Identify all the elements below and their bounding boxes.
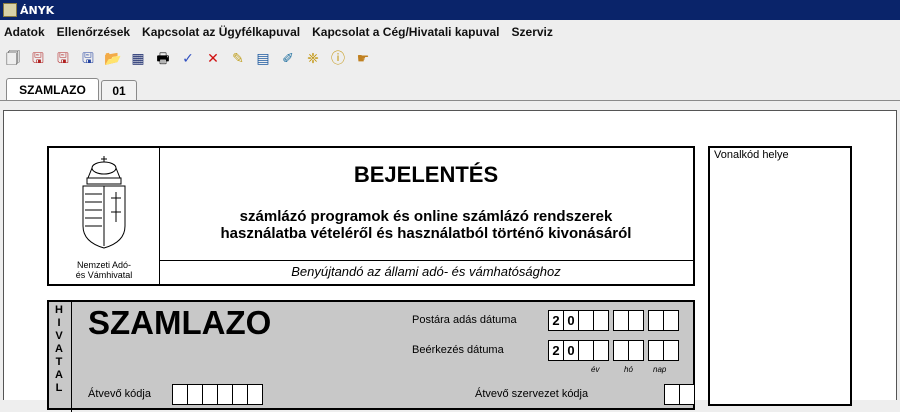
receiver-code-label: Átvevő kódja xyxy=(88,388,151,400)
postal-date-box[interactable] xyxy=(613,310,629,331)
form-header: Nemzeti Adó- és Vámhivatal BEJELENTÉS sz… xyxy=(47,146,695,286)
receiver-code-field[interactable] xyxy=(172,384,263,405)
new-icon[interactable]: 🗍 xyxy=(4,50,22,68)
tab-strip: SZAMLAZO 01 xyxy=(0,78,900,101)
save-as-icon[interactable]: 🖫 xyxy=(54,50,72,68)
receiver-code-box[interactable] xyxy=(247,384,263,405)
postal-date-box[interactable] xyxy=(663,310,679,331)
app-icon xyxy=(3,3,17,17)
submission-note: Benyújtandó az állami adó- és vámhatóság… xyxy=(291,264,561,279)
close-form-icon[interactable]: ▦ xyxy=(129,50,147,68)
arrival-date-box[interactable] xyxy=(578,340,594,361)
tab-01[interactable]: 01 xyxy=(101,80,137,100)
save-icon[interactable]: 🖫 xyxy=(29,50,47,68)
check-icon[interactable]: ✓ xyxy=(179,50,197,68)
office-section: H I V A T A L SZAMLAZO Postára adás dátu… xyxy=(47,300,695,412)
receiver-org-box[interactable] xyxy=(664,384,680,405)
title-bar: ÁNYK xyxy=(0,0,900,20)
window-title: ÁNYK xyxy=(20,3,55,17)
header-divider xyxy=(159,260,693,261)
arrival-date-box[interactable] xyxy=(593,340,609,361)
toolbar: 🗍 🖫 🖫 🖫 📂 ▦ 🖶 ✓ ✕ ✎ ▤ ✐ ❈ ⓘ ☛ xyxy=(0,46,900,72)
import-icon[interactable]: 📂 xyxy=(104,50,122,68)
receiver-code-box[interactable] xyxy=(232,384,248,405)
postal-date-box[interactable] xyxy=(578,310,594,331)
menu-ellenorzesek[interactable]: Ellenőrzések xyxy=(51,25,136,39)
form-code: SZAMLAZO xyxy=(88,304,272,341)
arrival-date-field[interactable]: 2 0 xyxy=(548,340,679,361)
tab-divider xyxy=(0,100,900,101)
date-year-caption: év xyxy=(591,365,600,374)
menu-szerviz[interactable]: Szerviz xyxy=(506,25,559,39)
date-month-caption: hó xyxy=(624,365,633,374)
office-vertical-label: H I V A T A L xyxy=(55,304,63,394)
menu-cegkapu[interactable]: Kapcsolat a Cég/Hivatali kapuval xyxy=(306,25,505,39)
receiver-code-box[interactable] xyxy=(202,384,218,405)
attachment-icon[interactable]: ✐ xyxy=(279,50,297,68)
delete-icon[interactable]: ✕ xyxy=(204,50,222,68)
menu-bar: Adatok Ellenőrzések Kapcsolat az Ügyfélk… xyxy=(0,21,900,43)
barcode-area: Vonalkód helye xyxy=(708,146,852,406)
receiver-org-box[interactable] xyxy=(679,384,695,405)
barcode-label: Vonalkód helye xyxy=(714,149,789,161)
postal-date-box[interactable] xyxy=(593,310,609,331)
pointer-icon[interactable]: ☛ xyxy=(354,50,372,68)
postal-date-box[interactable] xyxy=(648,310,664,331)
arrival-date-box[interactable] xyxy=(663,340,679,361)
receiver-org-field[interactable] xyxy=(664,384,695,405)
logo-text: Nemzeti Adó- és Vámhivatal xyxy=(75,260,133,280)
receiver-org-label: Átvevő szervezet kódja xyxy=(475,388,589,400)
tab-szamlazo[interactable]: SZAMLAZO xyxy=(6,78,99,101)
edit-icon[interactable]: ✎ xyxy=(229,50,247,68)
logo-cell: Nemzeti Adó- és Vámhivatal xyxy=(49,148,160,284)
arrival-date-label: Beérkezés dátuma xyxy=(412,344,504,356)
form-title: BEJELENTÉS xyxy=(353,162,499,187)
receiver-code-box[interactable] xyxy=(187,384,203,405)
receiver-code-box[interactable] xyxy=(217,384,233,405)
arrival-date-box[interactable] xyxy=(613,340,629,361)
menu-ugyfelkapu[interactable]: Kapcsolat az Ügyfélkapuval xyxy=(136,25,306,39)
print-icon[interactable]: 🖶 xyxy=(154,50,172,68)
arrival-date-box[interactable] xyxy=(648,340,664,361)
info-icon[interactable]: ⓘ xyxy=(329,50,347,68)
menu-adatok[interactable]: Adatok xyxy=(0,25,51,39)
office-fields: SZAMLAZO Postára adás dátuma 2 0 Beérkez… xyxy=(71,302,695,412)
form-subtitle: számlázó programok és online számlázó re… xyxy=(220,208,632,242)
postal-date-box[interactable] xyxy=(628,310,644,331)
arrival-date-box[interactable] xyxy=(628,340,644,361)
coat-of-arms-icon xyxy=(82,156,126,249)
date-day-caption: nap xyxy=(653,365,667,374)
postal-date-label: Postára adás dátuma xyxy=(412,314,517,326)
postal-date-field[interactable]: 2 0 xyxy=(548,310,679,331)
receiver-code-box[interactable] xyxy=(172,384,188,405)
save-close-icon[interactable]: 🖫 xyxy=(79,50,97,68)
calculator-icon[interactable]: ▤ xyxy=(254,50,272,68)
tools-icon[interactable]: ❈ xyxy=(304,50,322,68)
